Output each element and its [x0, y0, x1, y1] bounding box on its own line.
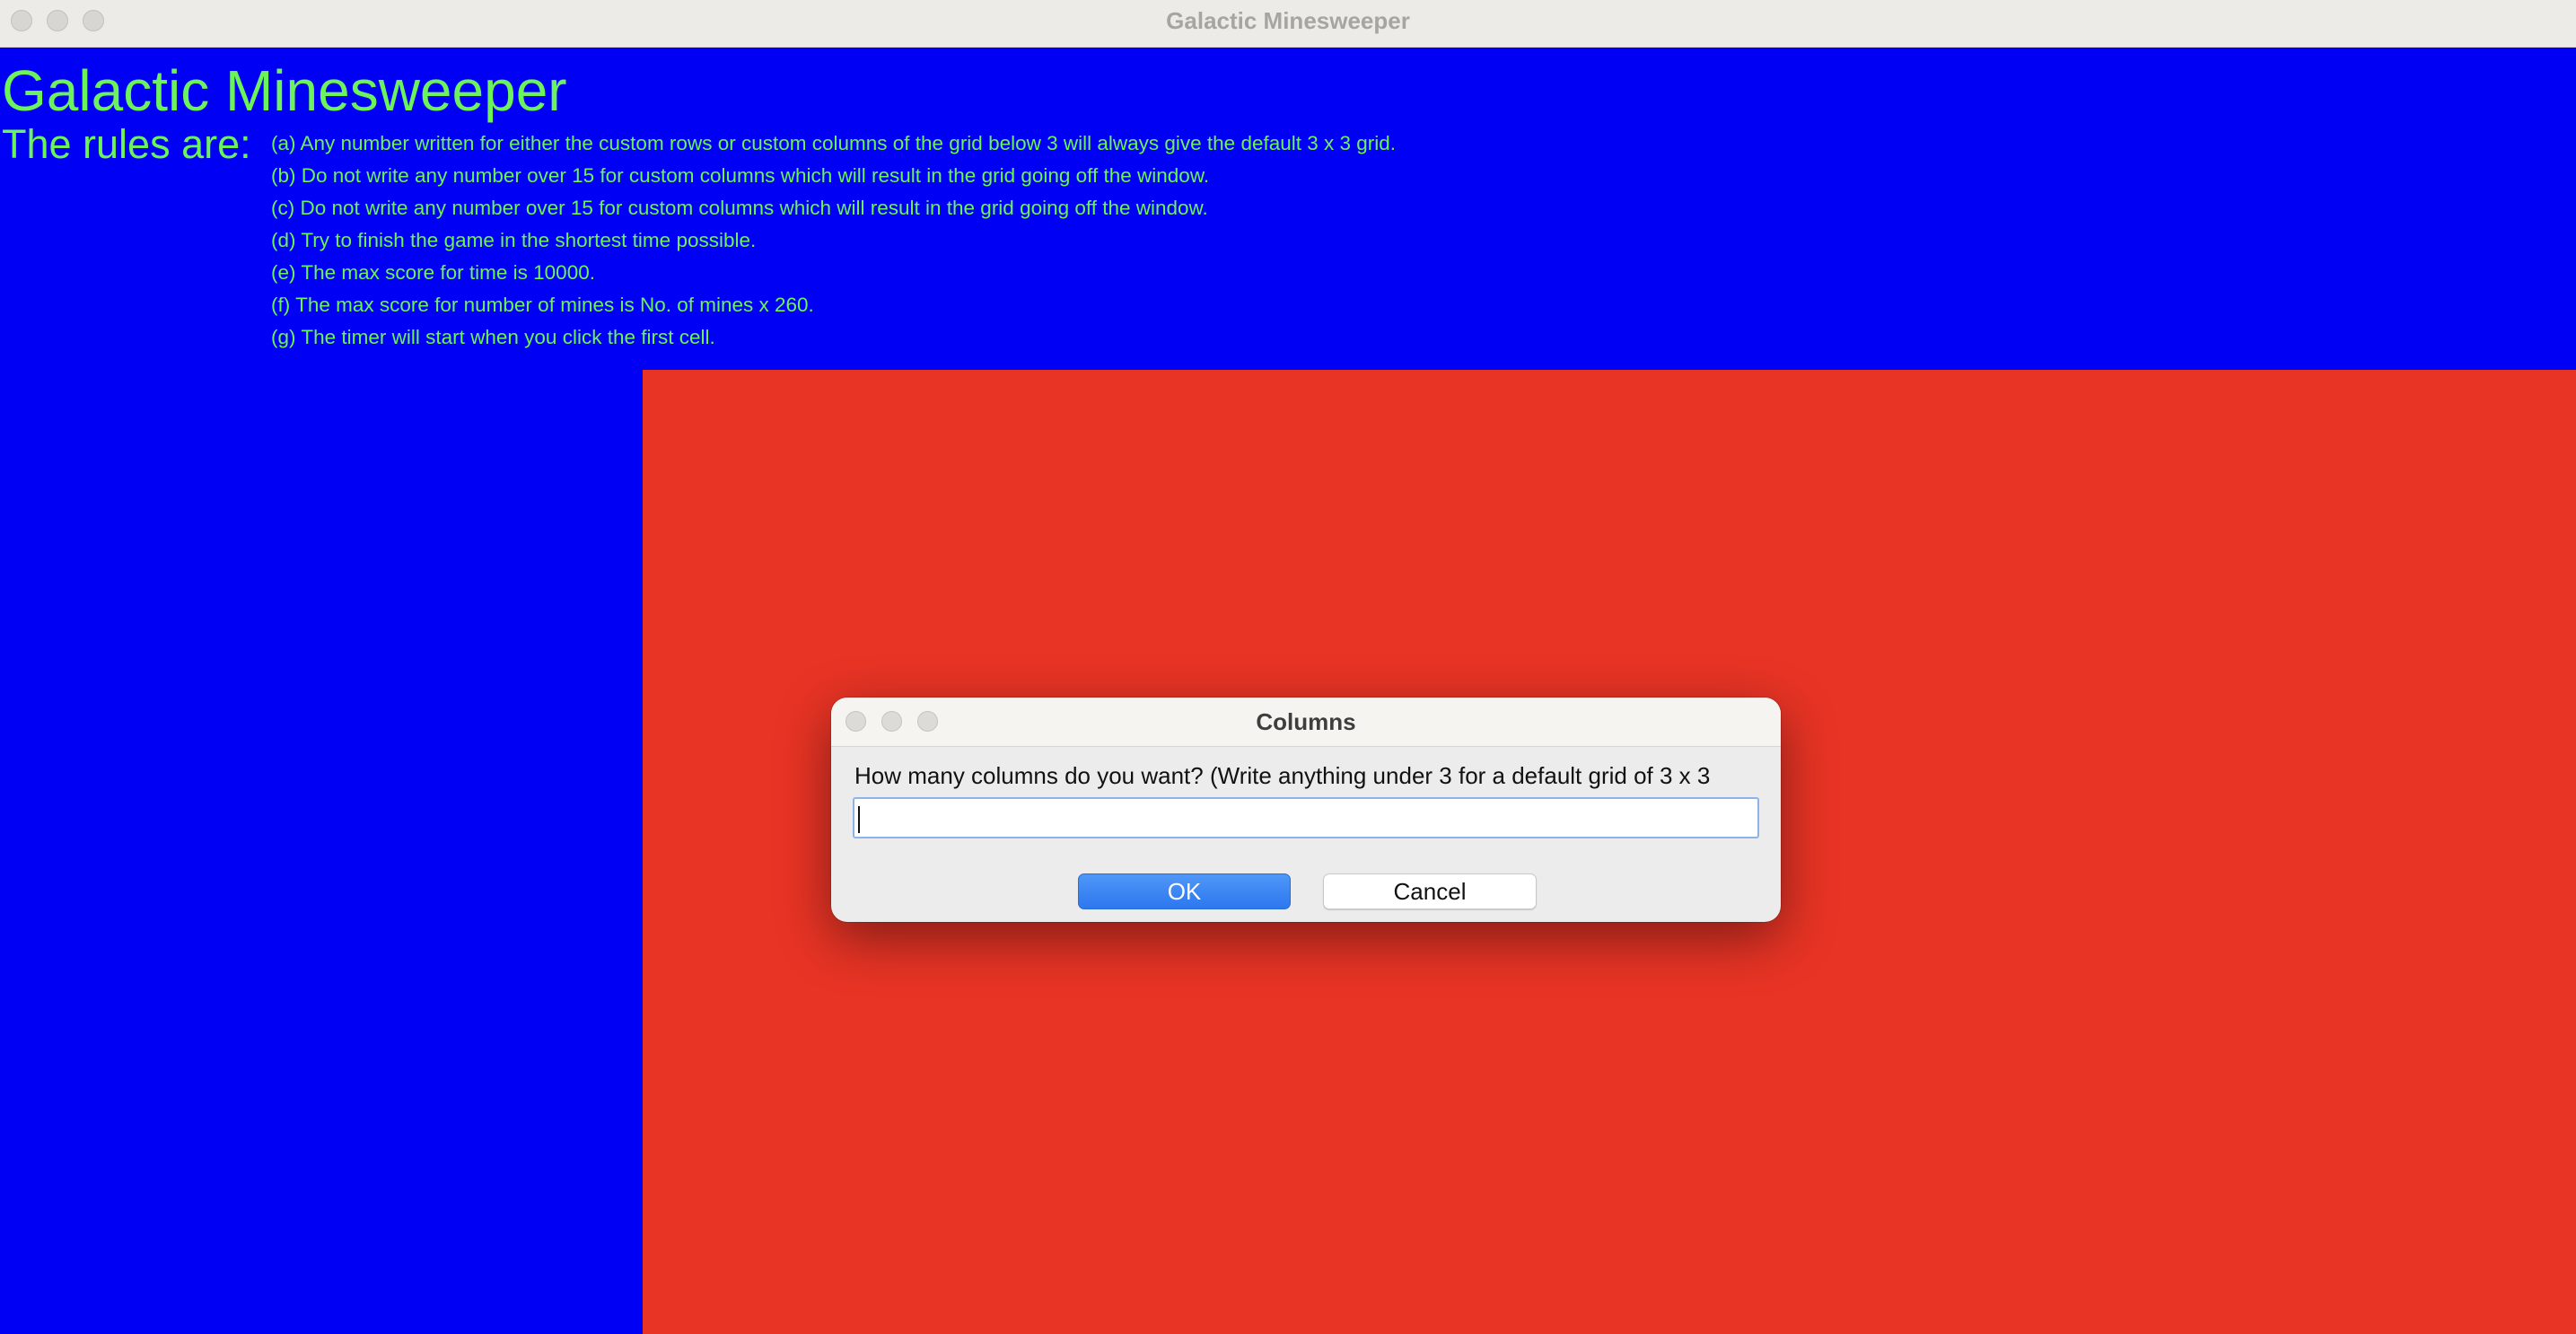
columns-dialog: Columns How many columns do you want? (W…: [831, 698, 1781, 922]
rules-heading: The rules are:: [2, 121, 251, 167]
window-titlebar: Galactic Minesweeper: [0, 0, 2576, 48]
rule-item: (e) The max score for time is 10000.: [271, 261, 595, 284]
app-title: Galactic Minesweeper: [2, 58, 567, 123]
cancel-button[interactable]: Cancel: [1323, 873, 1537, 909]
rule-item: (b) Do not write any number over 15 for …: [271, 164, 1210, 187]
columns-input[interactable]: [853, 797, 1759, 838]
rule-item: (a) Any number written for either the cu…: [271, 132, 1397, 154]
window-title: Galactic Minesweeper: [1166, 7, 1410, 34]
rule-item: (c) Do not write any number over 15 for …: [271, 197, 1208, 219]
text-caret: [858, 806, 860, 833]
rules-list: (a) Any number written for either the cu…: [271, 127, 1396, 354]
dialog-title: Columns: [1256, 708, 1356, 735]
rule-item: (f) The max score for number of mines is…: [271, 294, 814, 316]
dialog-titlebar: Columns: [831, 698, 1781, 747]
dialog-prompt: How many columns do you want? (Write any…: [854, 762, 1711, 789]
rule-item: (g) The timer will start when you click …: [271, 326, 715, 348]
rule-item: (d) Try to finish the game in the shorte…: [271, 229, 757, 251]
ok-button[interactable]: OK: [1078, 873, 1291, 909]
